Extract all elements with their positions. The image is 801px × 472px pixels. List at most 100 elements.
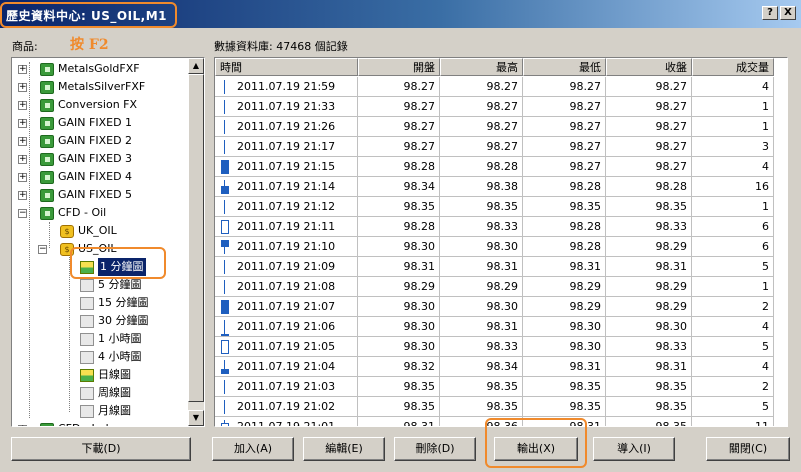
tree-item-1-hour[interactable]: 1 小時圖	[12, 330, 188, 348]
tree-item-4-hour[interactable]: 4 小時圖	[12, 348, 188, 366]
table-row[interactable]: 2011.07.19 21:14 98.34 98.38 98.28 98.28 16	[215, 177, 787, 197]
table-row[interactable]: 2011.07.19 21:06 98.30 98.31 98.30 98.30 4	[215, 317, 787, 337]
symbol-tree[interactable]: + MetalsGoldFXF + MetalsSilverFXF + Conversio…	[11, 57, 205, 427]
table-row[interactable]: 2011.07.19 21:10 98.30 98.30 98.28 98.29 6	[215, 237, 787, 257]
tree-item-1-minute[interactable]: 1 分鐘圖	[12, 258, 188, 276]
tree-item-metalsgoldfxf[interactable]: + MetalsGoldFXF	[12, 60, 188, 78]
close-cell: 98.27	[606, 157, 692, 177]
collapse-icon[interactable]: −	[38, 245, 47, 254]
high-cell: 98.27	[440, 137, 523, 157]
expand-icon[interactable]: +	[18, 83, 27, 92]
tree-item-monthly[interactable]: 月線圖	[12, 402, 188, 420]
tree-item-gain-fixed-5[interactable]: + GAIN FIXED 5	[12, 186, 188, 204]
table-row[interactable]: 2011.07.19 21:11 98.28 98.33 98.28 98.33 6	[215, 217, 787, 237]
tree-item-gain-fixed-4[interactable]: + GAIN FIXED 4	[12, 168, 188, 186]
table-row[interactable]: 2011.07.19 21:02 98.35 98.35 98.35 98.35 5	[215, 397, 787, 417]
tree-item-30-minute[interactable]: 30 分鐘圖	[12, 312, 188, 330]
time-cell: 2011.07.19 21:12	[215, 197, 358, 217]
close-window-button[interactable]: X	[780, 6, 796, 20]
volume-cell: 4	[692, 157, 774, 177]
tree-item-cfd-index[interactable]: + CFD - Index	[12, 420, 188, 426]
table-row[interactable]: 2011.07.19 21:59 98.27 98.27 98.27 98.27 4	[215, 77, 787, 97]
table-row[interactable]: 2011.07.19 21:03 98.35 98.35 98.35 98.35 2	[215, 377, 787, 397]
open-cell: 98.35	[358, 377, 440, 397]
time-text: 2011.07.19 21:33	[237, 100, 336, 113]
table-row[interactable]: 2011.07.19 21:08 98.29 98.29 98.29 98.29 1	[215, 277, 787, 297]
close-button[interactable]: 關閉(C)	[706, 437, 790, 461]
tree-scrollbar[interactable]: ▲ ▼	[188, 58, 204, 426]
expand-icon[interactable]: +	[18, 119, 27, 128]
folder-icon	[40, 63, 54, 76]
expand-icon[interactable]: +	[18, 155, 27, 164]
column-header-low[interactable]: 最低	[523, 58, 606, 76]
timeframe-active-icon	[80, 369, 94, 382]
tree-item-daily[interactable]: 日線圖	[12, 366, 188, 384]
tree-item-5-minute[interactable]: 5 分鐘圖	[12, 276, 188, 294]
open-cell: 98.34	[358, 177, 440, 197]
expand-icon[interactable]: +	[18, 425, 27, 426]
tree-item-label: GAIN FIXED 5	[58, 188, 133, 201]
tree-item-us-oil[interactable]: − $ US_OIL	[12, 240, 188, 258]
delete-button[interactable]: 刪除(D)	[394, 437, 476, 461]
column-header-open[interactable]: 開盤	[358, 58, 440, 76]
tree-item-label: 30 分鐘圖	[98, 314, 149, 327]
column-header-volume[interactable]: 成交量	[692, 58, 774, 76]
scroll-down-button[interactable]: ▼	[188, 410, 204, 426]
expand-icon[interactable]: +	[18, 191, 27, 200]
close-cell: 98.35	[606, 417, 692, 426]
tree-item-15-minute[interactable]: 15 分鐘圖	[12, 294, 188, 312]
column-header-time[interactable]: 時間	[215, 58, 358, 76]
tree-item-gain-fixed-2[interactable]: + GAIN FIXED 2	[12, 132, 188, 150]
column-header-high[interactable]: 最高	[440, 58, 523, 76]
tree-item-gain-fixed-3[interactable]: + GAIN FIXED 3	[12, 150, 188, 168]
expand-icon[interactable]: +	[18, 173, 27, 182]
tree-item-metalssilverfxf[interactable]: + MetalsSilverFXF	[12, 78, 188, 96]
time-text: 2011.07.19 21:03	[237, 380, 336, 393]
tree-item-weekly[interactable]: 周線圖	[12, 384, 188, 402]
table-row[interactable]: 2011.07.19 21:12 98.35 98.35 98.35 98.35 1	[215, 197, 787, 217]
close-cell: 98.31	[606, 257, 692, 277]
table-row[interactable]: 2011.07.19 21:26 98.27 98.27 98.27 98.27 1	[215, 117, 787, 137]
tree-item-uk-oil[interactable]: $ UK_OIL	[12, 222, 188, 240]
table-row[interactable]: 2011.07.19 21:15 98.28 98.28 98.27 98.27 4	[215, 157, 787, 177]
table-row[interactable]: 2011.07.19 21:33 98.27 98.27 98.27 98.27 1	[215, 97, 787, 117]
scroll-up-button[interactable]: ▲	[188, 58, 204, 74]
table-row[interactable]: 2011.07.19 21:05 98.30 98.33 98.30 98.33 5	[215, 337, 787, 357]
history-table[interactable]: 時間 開盤 最高 最低 收盤 成交量 2011.07.19 21:59 98.27 98.27…	[214, 57, 788, 427]
export-button[interactable]: 輸出(X)	[494, 437, 578, 461]
high-cell: 98.38	[440, 177, 523, 197]
low-cell: 98.30	[523, 337, 606, 357]
scroll-thumb[interactable]	[188, 74, 204, 402]
add-button[interactable]: 加入(A)	[212, 437, 294, 461]
candle-icon	[221, 300, 229, 314]
expand-icon[interactable]: +	[18, 137, 27, 146]
download-button[interactable]: 下載(D)	[11, 437, 191, 461]
tree-item-conversion-fx[interactable]: + Conversion FX	[12, 96, 188, 114]
tree-item-cfd-oil[interactable]: − CFD - Oil	[12, 204, 188, 222]
column-header-close[interactable]: 收盤	[606, 58, 692, 76]
tree-item-gain-fixed-1[interactable]: + GAIN FIXED 1	[12, 114, 188, 132]
expand-icon[interactable]: +	[18, 65, 27, 74]
table-row[interactable]: 2011.07.19 21:09 98.31 98.31 98.31 98.31 5	[215, 257, 787, 277]
candle-icon	[221, 420, 229, 426]
close-cell: 98.31	[606, 357, 692, 377]
time-cell: 2011.07.19 21:05	[215, 337, 358, 357]
table-row[interactable]: 2011.07.19 21:17 98.27 98.27 98.27 98.27 3	[215, 137, 787, 157]
low-cell: 98.27	[523, 97, 606, 117]
time-text: 2011.07.19 21:07	[237, 300, 336, 313]
close-cell: 98.27	[606, 117, 692, 137]
open-cell: 98.30	[358, 237, 440, 257]
title-bar: 歷史資料中心: US_OIL,M1 ? X	[0, 0, 801, 28]
table-row[interactable]: 2011.07.19 21:01 98.31 98.36 98.31 98.35 11	[215, 417, 787, 426]
help-button[interactable]: ?	[762, 6, 778, 20]
table-row[interactable]: 2011.07.19 21:07 98.30 98.30 98.29 98.29 2	[215, 297, 787, 317]
collapse-icon[interactable]: −	[18, 209, 27, 218]
edit-button[interactable]: 編輯(E)	[303, 437, 385, 461]
time-cell: 2011.07.19 21:17	[215, 137, 358, 157]
volume-cell: 1	[692, 97, 774, 117]
import-button[interactable]: 導入(I)	[593, 437, 675, 461]
folder-icon	[40, 207, 54, 220]
timeframe-icon	[80, 405, 94, 418]
expand-icon[interactable]: +	[18, 101, 27, 110]
table-row[interactable]: 2011.07.19 21:04 98.32 98.34 98.31 98.31 4	[215, 357, 787, 377]
